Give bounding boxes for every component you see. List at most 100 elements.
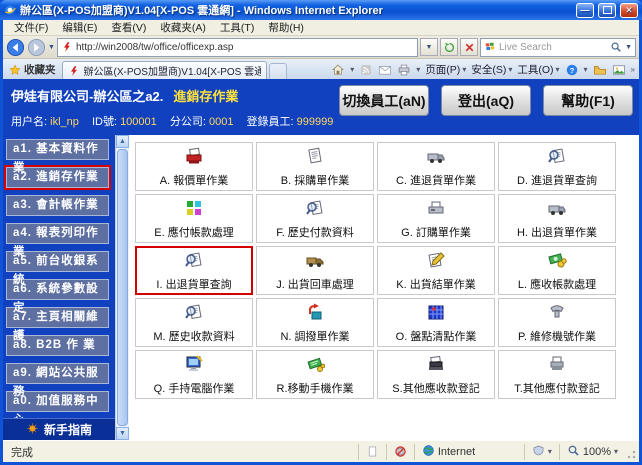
grid-cell-label: C. 進退貨單作業 <box>396 172 476 188</box>
grid-cell-label: K. 出貨結單作業 <box>396 276 475 292</box>
doc-pen-icon <box>426 250 446 275</box>
history-dropdown-icon[interactable]: ▼ <box>48 44 55 51</box>
zone-shield-icon[interactable]: ▾ <box>524 444 559 460</box>
page-title-highlight: 進銷存作業 <box>173 89 238 104</box>
minimize-button[interactable]: — <box>576 3 594 18</box>
home-icon[interactable] <box>331 63 345 77</box>
forward-button[interactable] <box>27 38 46 57</box>
grid-cell-label: D. 進退貨單查詢 <box>517 172 597 188</box>
zoom-control[interactable]: 100%▾ <box>559 444 625 460</box>
window-title: 辦公區(X-POS加盟商)V1.04[X-POS 雲通網] - Windows … <box>20 2 572 18</box>
grid-cell-18[interactable]: R.移動手機作業 <box>256 350 374 399</box>
stop-button[interactable] <box>460 38 478 56</box>
print-icon[interactable] <box>397 63 411 77</box>
new-tab-button[interactable] <box>269 63 287 79</box>
sidebar-item-5[interactable]: a5. 前台收銀系統 <box>6 251 109 272</box>
search-doc-icon <box>184 250 204 275</box>
site-favicon <box>61 41 73 53</box>
grid-cell-2[interactable]: B. 採購單作業 <box>256 142 374 191</box>
main-panel: A. 報價單作業B. 採購單作業 C. 進退貨單作業 D. 進退貨單查詢 E. 應付帳… <box>129 135 639 440</box>
address-dropdown-button[interactable]: ▼ <box>420 38 438 56</box>
scroll-up-icon[interactable]: ▲ <box>116 135 129 148</box>
read-mail-icon[interactable] <box>378 63 392 77</box>
grid-cell-7[interactable]: G. 訂購單作業 <box>377 194 495 243</box>
tools-menu-button[interactable]: 工具(O)▾ <box>517 62 559 77</box>
menu-grid: A. 報價單作業B. 採購單作業 C. 進退貨單作業 D. 進退貨單查詢 E. 應付帳… <box>135 142 639 399</box>
truck-icon <box>426 146 446 171</box>
grid-cell-12[interactable]: L. 應收帳款處理 <box>498 246 616 295</box>
help-icon[interactable]: ? <box>565 63 579 77</box>
help-button[interactable]: 幫助(F1) <box>543 85 633 116</box>
address-input[interactable]: http://win2008/tw/office/officexp.asp <box>57 38 418 57</box>
restore-button[interactable] <box>598 3 616 18</box>
sidebar-item-4[interactable]: a4. 報表列印作業 <box>6 223 109 244</box>
money-card-icon <box>305 354 325 379</box>
grid-cell-19[interactable]: S.其他應收款登記 <box>377 350 495 399</box>
sidebar-item-6[interactable]: a6. 系統參數設定 <box>6 279 109 300</box>
menu-item-3[interactable]: 查看(V) <box>104 20 153 35</box>
safety-menu-button[interactable]: 安全(S)▾ <box>471 62 512 77</box>
newbie-guide-button[interactable]: 新手指南 <box>3 418 115 440</box>
menu-item-5[interactable]: 工具(T) <box>213 20 261 35</box>
security-zone[interactable]: Internet <box>414 444 524 460</box>
favorites-button[interactable]: 收藏夹 <box>5 62 62 79</box>
grid-cell-4[interactable]: D. 進退貨單查詢 <box>498 142 616 191</box>
live-search-icon <box>484 41 496 53</box>
command-bar: ▾ ▾ 页面(P)▾ 安全(S)▾ 工具(O)▾ ?▾ » <box>331 62 637 79</box>
grid-cell-20[interactable]: T.其他應付款登記 <box>498 350 616 399</box>
grid-cell-1[interactable]: A. 報價單作業 <box>135 142 253 191</box>
tab-favicon <box>68 65 80 77</box>
refresh-button[interactable] <box>440 38 458 56</box>
grid-cell-9[interactable]: I. 出退貨單查詢 <box>135 246 253 295</box>
sidebar-item-3[interactable]: a3. 會計帳作業 <box>6 195 109 216</box>
folder-addon-icon[interactable] <box>593 63 607 77</box>
grid-cell-16[interactable]: P. 維修機號作業 <box>498 298 616 347</box>
grid-cell-17[interactable]: Q. 手持電腦作業 <box>135 350 253 399</box>
sidebar-item-8[interactable]: a8. B2B 作 業 <box>6 335 109 356</box>
menu-item-4[interactable]: 收藏夹(A) <box>153 20 213 35</box>
sidebar-scrollbar: ▲ ▼ <box>115 135 129 440</box>
grid-cell-3[interactable]: C. 進退貨單作業 <box>377 142 495 191</box>
sidebar-item-10[interactable]: a0. 加值服務中心 <box>6 391 109 412</box>
grid-cell-10[interactable]: J. 出貨回車處理 <box>256 246 374 295</box>
back-button[interactable] <box>6 38 25 57</box>
toolbar-overflow-icon[interactable]: » <box>631 65 635 74</box>
grid-cell-label: M. 歷史收款資料 <box>153 328 234 344</box>
resize-grip[interactable] <box>625 444 637 460</box>
address-bar: ▼ http://win2008/tw/office/officexp.asp … <box>3 36 639 59</box>
grid-cell-13[interactable]: M. 歷史收款資料 <box>135 298 253 347</box>
close-button[interactable]: ✕ <box>620 3 638 18</box>
feeds-icon[interactable] <box>359 63 373 77</box>
tab-active[interactable]: 辦公區(X-POS加盟商)V1.04[X-POS 雲通網] <box>62 61 267 79</box>
page-header: 伊娃有限公司-辦公區之a2.進銷存作業 用户名: ikl_np ID號: 100… <box>3 79 639 135</box>
switch-employee-button[interactable]: 切換員工(aN) <box>339 85 429 116</box>
menu-item-2[interactable]: 编辑(E) <box>55 20 104 35</box>
scroll-thumb[interactable] <box>117 149 128 426</box>
logout-button[interactable]: 登出(aQ) <box>441 85 531 116</box>
grid-cell-11[interactable]: K. 出貨結單作業 <box>377 246 495 295</box>
menu-item-1[interactable]: 文件(F) <box>7 20 55 35</box>
grid-cell-6[interactable]: F. 歷史付款資料 <box>256 194 374 243</box>
sidebar-item-2[interactable]: a2. 進銷存作業 <box>6 167 109 188</box>
grid-cell-label: N. 調撥單作業 <box>280 328 349 344</box>
grid-cell-label: S.其他應收款登記 <box>392 380 479 396</box>
status-bar: 完成 Internet ▾ 100%▾ <box>3 440 639 462</box>
scroll-down-icon[interactable]: ▼ <box>116 427 129 440</box>
sidebar-item-7[interactable]: a7. 主頁相關維護 <box>6 307 109 328</box>
status-page-icon <box>358 444 386 460</box>
grid-cell-14[interactable]: N. 調撥單作業 <box>256 298 374 347</box>
search-options-icon[interactable]: ▼ <box>625 44 632 51</box>
menu-item-6[interactable]: 帮助(H) <box>261 20 311 35</box>
page-menu-button[interactable]: 页面(P)▾ <box>425 62 466 77</box>
snapshot-addon-icon[interactable] <box>612 63 626 77</box>
search-input[interactable]: Live Search ▼ <box>480 38 636 57</box>
grid-cell-5[interactable]: E. 應付帳款處理 <box>135 194 253 243</box>
grid-cell-8[interactable]: H. 出退貨單作業 <box>498 194 616 243</box>
sidebar-item-9[interactable]: a9. 網站公共服務 <box>6 363 109 384</box>
search-magnifier-icon[interactable] <box>610 41 622 53</box>
sidebar-item-1[interactable]: a1. 基本資料作業 <box>6 139 109 160</box>
grid-cell-15[interactable]: O. 盤點清點作業 <box>377 298 495 347</box>
truck-icon <box>547 198 567 223</box>
search-doc-icon <box>305 198 325 223</box>
svg-text:?: ? <box>569 65 574 74</box>
